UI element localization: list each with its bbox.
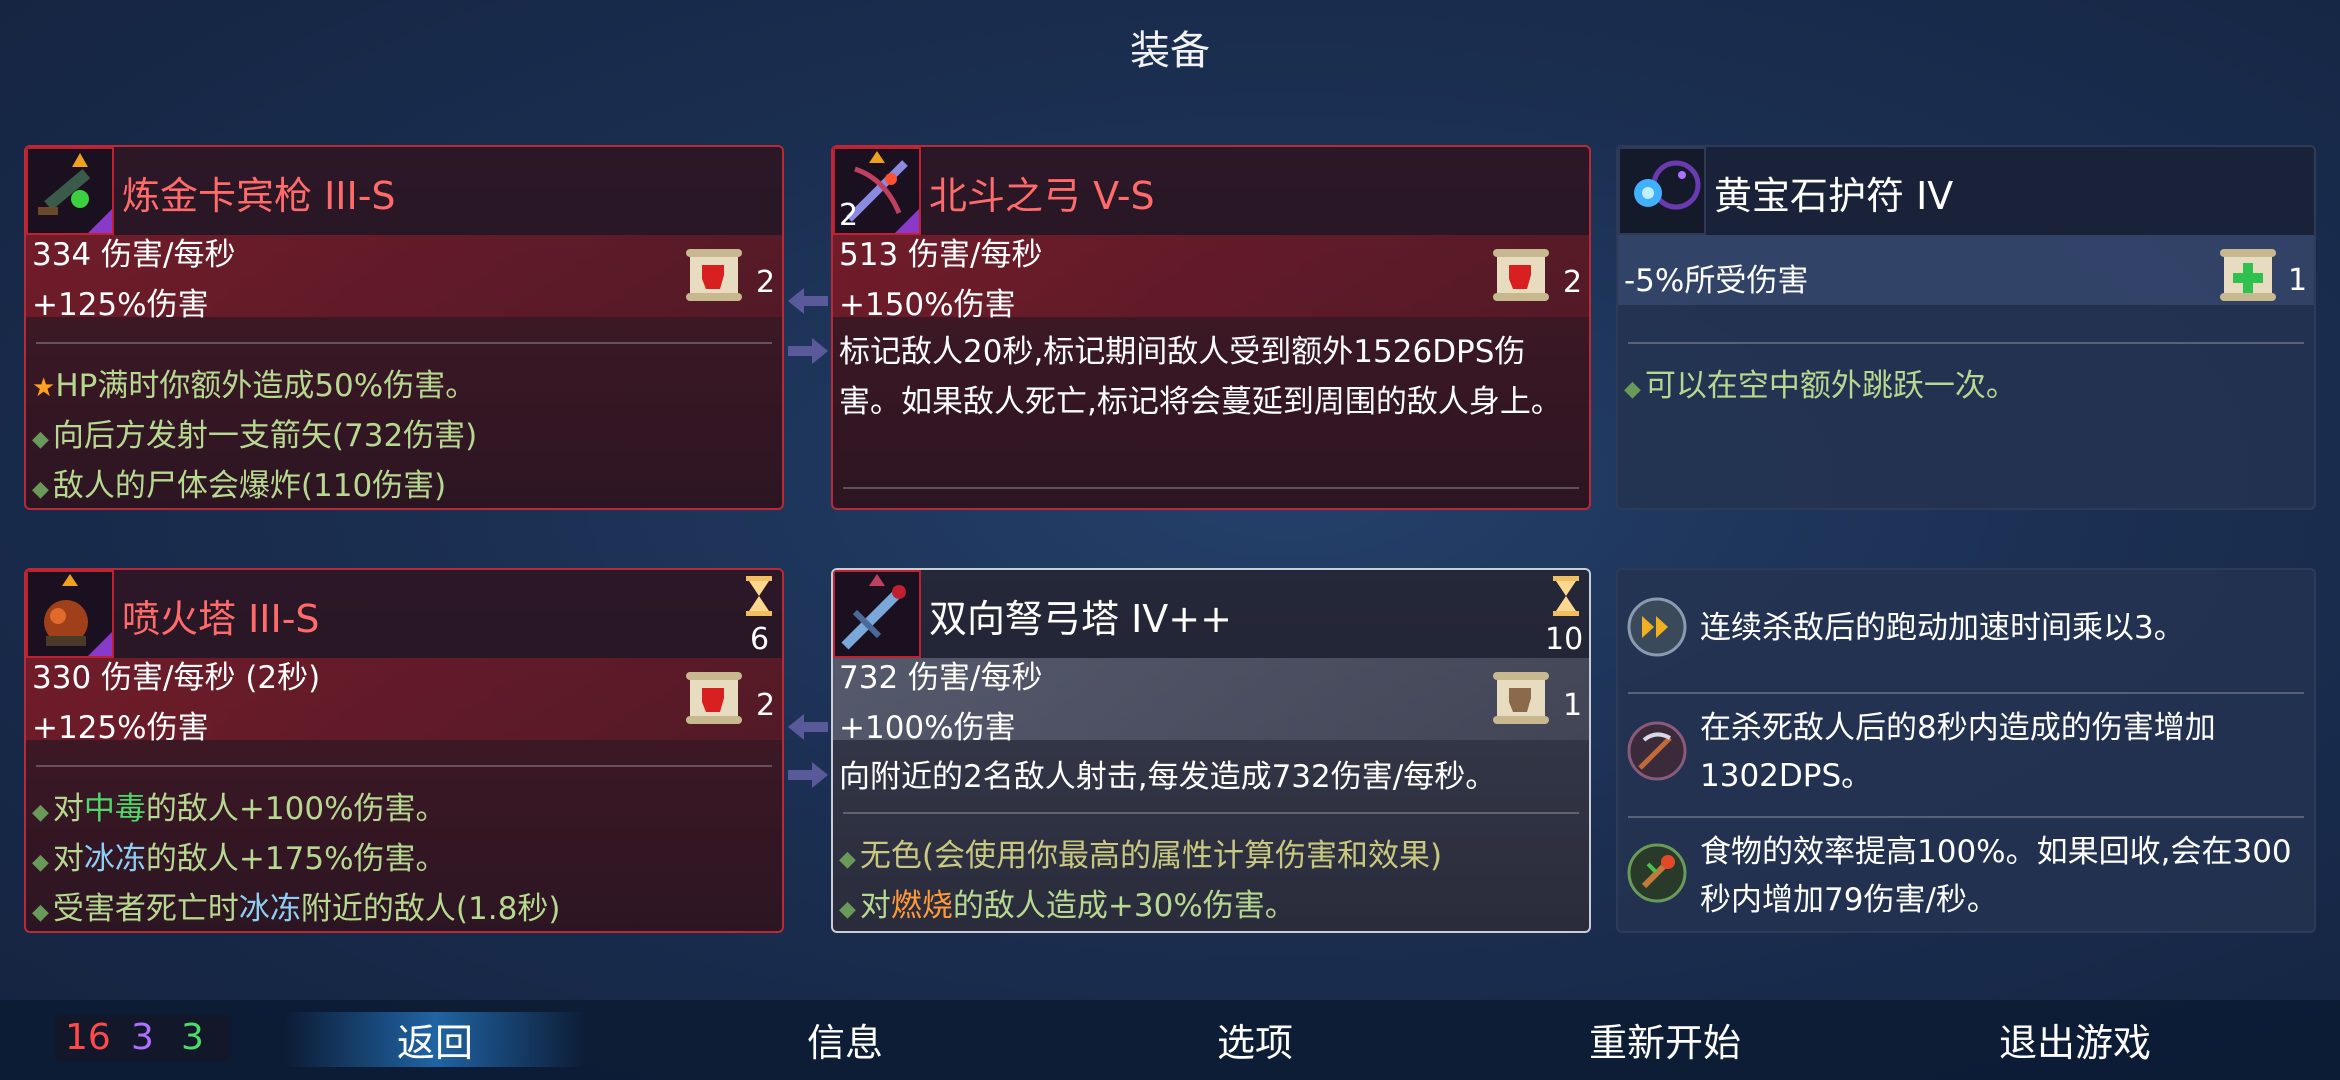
diamond-icon: ◆ <box>1624 377 1641 402</box>
passive-text: 在杀死敌人后的8秒内造成的伤害增加1302DPS。 <box>1700 710 2216 794</box>
amulet-card-topaz[interactable]: 黄宝石护符 IV -5%所受伤害 1 ◆ 可以在空中额外跳跃一次。 <box>1616 145 2316 510</box>
green-level: 3 <box>181 1017 204 1058</box>
swap-right-arrow-icon[interactable] <box>786 336 830 366</box>
scroll-gray-fist-icon <box>1493 672 1549 724</box>
diamond-icon: ◆ <box>32 800 49 825</box>
passive-item[interactable]: 食物的效率提高100%。如果回收,会在300秒内增加79伤害/秒。 <box>1618 822 2314 930</box>
scroll-fist-icon <box>1493 249 1549 301</box>
weapon-card-big-dipper-bow[interactable]: 2 北斗之弓 V-S 513 伤害/每秒 +150%伤害 2 标记敌人20秒,标… <box>831 145 1591 510</box>
card-title: 炼金卡宾枪 III-S <box>122 174 396 218</box>
divider <box>36 342 772 344</box>
divider <box>36 765 772 767</box>
restart-button[interactable]: 重新开始 <box>1515 1012 1815 1067</box>
diamond-icon: ◆ <box>32 850 49 875</box>
hourglass-icon <box>1553 576 1579 616</box>
scroll-count: 2 <box>1563 265 1583 300</box>
red-level: 16 <box>65 1017 111 1058</box>
passive-item[interactable]: 连续杀敌后的跑动加速时间乘以3。 <box>1618 586 2314 686</box>
passives-panel: 连续杀敌后的跑动加速时间乘以3。 在杀死敌人后的8秒内造成的伤害增加1302DP… <box>1616 568 2316 933</box>
quit-game-button[interactable]: 退出游戏 <box>1925 1012 2225 1067</box>
swap-right-arrow-icon[interactable] <box>786 760 830 790</box>
scroll-count: 2 <box>756 688 776 723</box>
divider <box>843 487 1579 489</box>
page-title: 装备 <box>1130 28 1210 74</box>
hourglass-icon <box>746 576 772 616</box>
damage-reduction-stat: -5%所受伤害 <box>1624 263 1809 299</box>
effect-line: ◆ 对燃烧的敌人造成+30%伤害。 <box>839 888 1296 924</box>
effect-line: ◆ 受害者死亡时冰冻附近的敌人(1.8秒) <box>32 891 561 927</box>
scroll-fist-icon <box>686 249 742 301</box>
diamond-icon: ◆ <box>32 477 49 502</box>
swap-left-arrow-icon[interactable] <box>786 286 830 316</box>
flamethrower-icon <box>26 570 114 658</box>
scroll-heal-icon <box>2220 249 2276 301</box>
dps-stat: 330 伤害/每秒 (2秒) <box>32 660 321 696</box>
diamond-icon: ◆ <box>839 897 856 922</box>
divider <box>1628 692 2304 694</box>
passive-text: 连续杀敌后的跑动加速时间乘以3。 <box>1700 610 2185 646</box>
passive-text: 食物的效率提高100%。如果回收,会在300秒内增加79伤害/秒。 <box>1700 834 2292 918</box>
effect-line: ◆ 敌人的尸体会爆炸(110伤害) <box>32 468 447 504</box>
tower-card-crossbow[interactable]: 双向弩弓塔 IV++ 10 732 伤害/每秒 +100%伤害 1 向附近的2名… <box>831 568 1591 933</box>
back-button[interactable]: 返回 <box>285 1012 585 1067</box>
scroll-count: 1 <box>1563 688 1583 723</box>
diamond-icon: ◆ <box>32 427 49 452</box>
cooldown-value: 6 <box>750 622 770 657</box>
tower-card-flamethrower[interactable]: 喷火塔 III-S 6 330 伤害/每秒 (2秒) +125%伤害 2 ◆ 对中… <box>24 568 784 933</box>
weapon-description: 向附近的2名敌人射击,每发造成732伤害/每秒。 <box>839 759 1497 795</box>
card-title: 喷火塔 III-S <box>122 597 320 641</box>
damage-bonus-stat: +125%伤害 <box>32 710 209 746</box>
amulet-icon <box>1618 147 1706 235</box>
crossbow-icon <box>833 570 921 658</box>
card-title: 双向弩弓塔 IV++ <box>929 597 1232 641</box>
effect-line: ◆ 可以在空中额外跳跃一次。 <box>1624 368 2017 404</box>
scroll-count: 2 <box>756 265 776 300</box>
effect-line: ◆ 对中毒的敌人+100%伤害。 <box>32 791 447 827</box>
speed-boost-icon <box>1627 597 1687 657</box>
weapon-description: 标记敌人20秒,标记期间敌人受到额外1526DPS伤害。如果敌人死亡,标记将会蔓… <box>839 334 1562 420</box>
diamond-icon: ◆ <box>32 900 49 925</box>
passive-item[interactable]: 在杀死敌人后的8秒内造成的伤害增加1302DPS。 <box>1618 700 2314 812</box>
card-title: 北斗之弓 V-S <box>929 174 1155 218</box>
scroll-fist-icon <box>686 672 742 724</box>
divider <box>843 812 1579 814</box>
card-title: 黄宝石护符 IV <box>1714 174 1954 218</box>
star-icon: ★ <box>32 373 56 403</box>
bow-icon: 2 <box>833 147 921 235</box>
scythe-icon <box>1627 721 1687 781</box>
damage-bonus-stat: +100%伤害 <box>839 710 1016 746</box>
dps-stat: 334 伤害/每秒 <box>32 237 236 273</box>
dps-stat: 513 伤害/每秒 <box>839 237 1043 273</box>
info-button[interactable]: 信息 <box>695 1012 995 1067</box>
damage-bonus-stat: +150%伤害 <box>839 287 1016 323</box>
purple-level: 3 <box>131 1017 154 1058</box>
swap-left-arrow-icon[interactable] <box>786 712 830 742</box>
effect-line: ★HP满时你额外造成50%伤害。 <box>32 368 477 404</box>
level-counter: 16 3 3 <box>55 1015 230 1061</box>
damage-bonus-stat: +125%伤害 <box>32 287 209 323</box>
divider <box>1628 816 2304 818</box>
icon-badge: 2 <box>839 198 859 233</box>
effect-line: ◆ 向后方发射一支箭矢(732伤害) <box>32 418 478 454</box>
diamond-icon: ◆ <box>839 847 856 872</box>
scroll-count: 1 <box>2288 263 2308 298</box>
options-button[interactable]: 选项 <box>1105 1012 1405 1067</box>
carbine-icon <box>26 147 114 235</box>
food-icon <box>1627 843 1687 903</box>
effect-line: ◆ 对冰冻的敌人+175%伤害。 <box>32 841 447 877</box>
dps-stat: 732 伤害/每秒 <box>839 660 1043 696</box>
weapon-card-alchemy-carbine[interactable]: 炼金卡宾枪 III-S 334 伤害/每秒 +125%伤害 2 ★HP满时你额外… <box>24 145 784 510</box>
divider <box>1628 342 2304 344</box>
cooldown-value: 10 <box>1545 622 1584 657</box>
effect-line: ◆ 无色(会使用你最高的属性计算伤害和效果) <box>839 838 1443 874</box>
